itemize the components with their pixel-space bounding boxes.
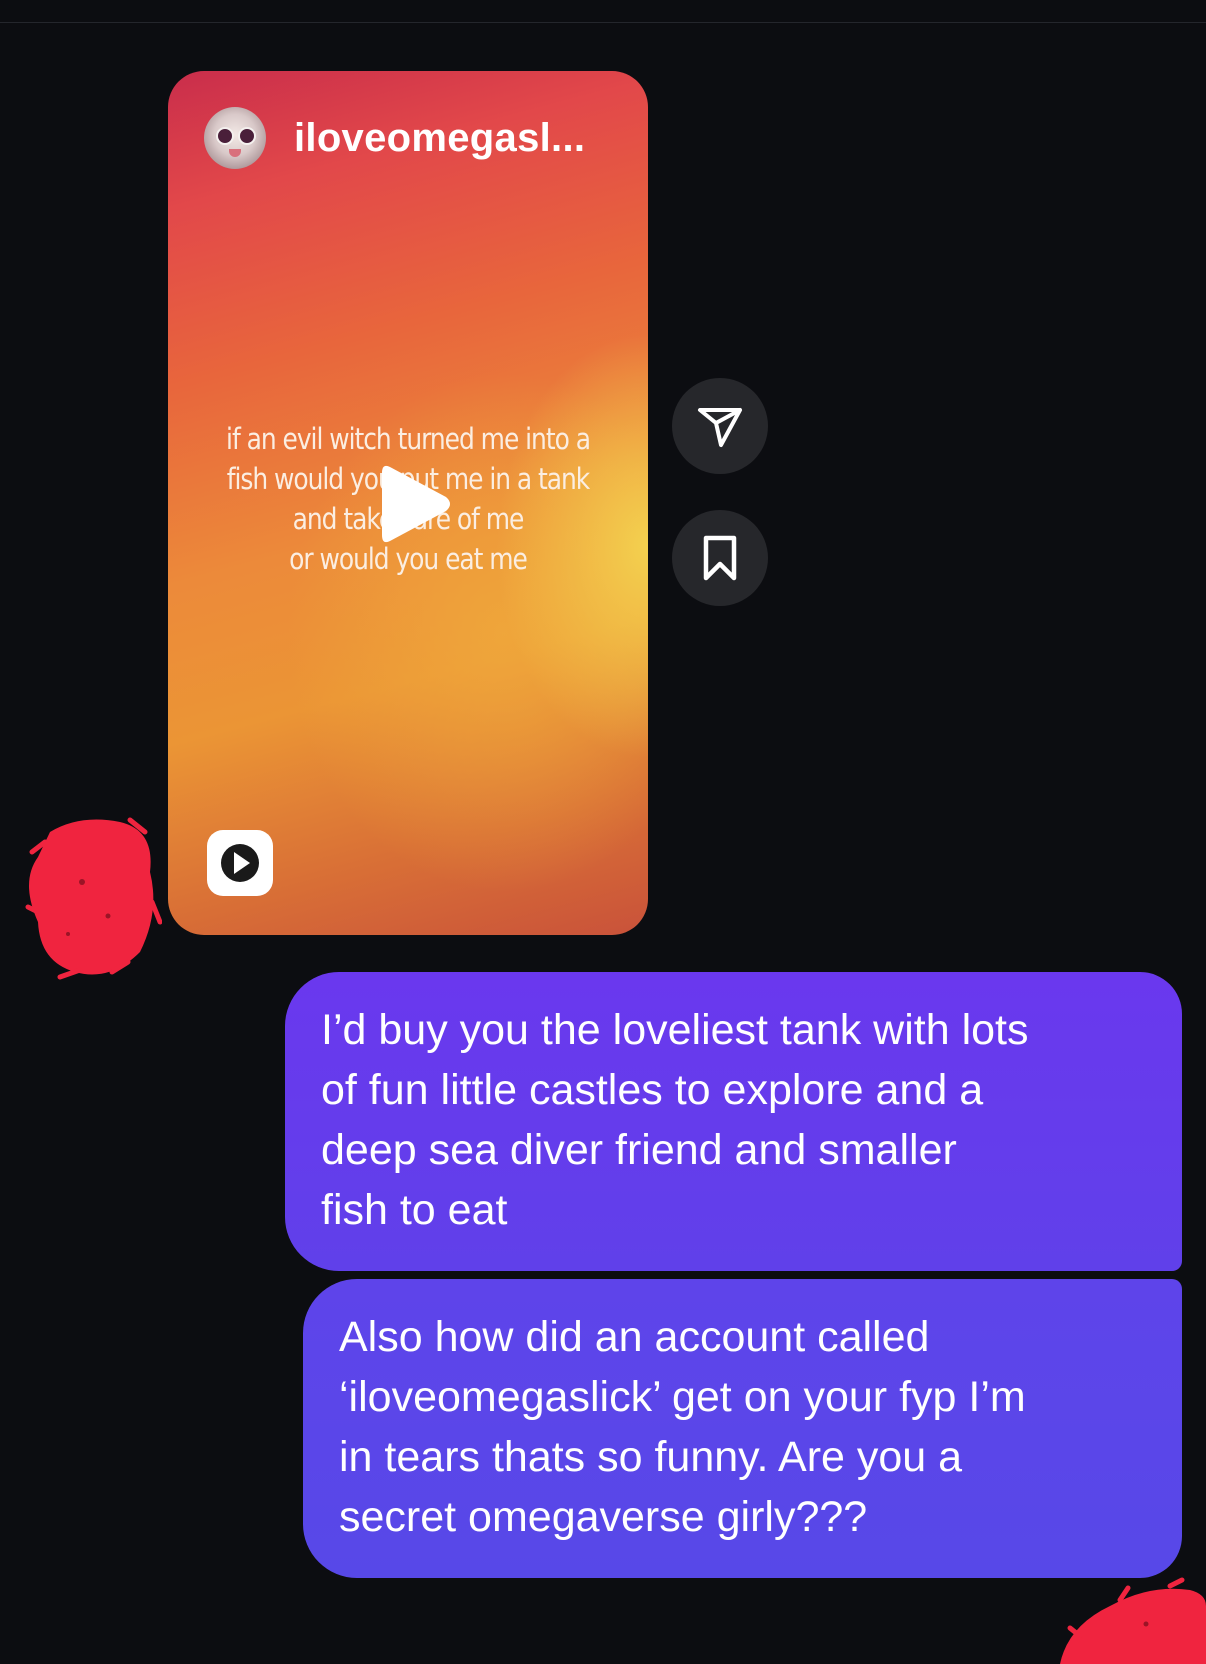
avatar-mouth xyxy=(229,149,241,157)
header-divider xyxy=(0,22,1206,23)
reel-author-username[interactable]: iloveomegasl... xyxy=(294,116,585,161)
reels-icon xyxy=(207,830,273,896)
paper-plane-icon xyxy=(698,408,742,447)
message-line: ‘iloveomegaslick’ get on your fyp I’m xyxy=(339,1373,1026,1421)
shared-reel-card[interactable]: iloveomegasl... if an evil witch turned … xyxy=(168,71,648,935)
play-icon[interactable] xyxy=(376,459,456,549)
reel-header[interactable]: iloveomegasl... xyxy=(204,107,585,169)
message-line: of fun little castles to explore and a xyxy=(321,1066,984,1114)
bookmark-icon xyxy=(703,535,737,581)
avatar-eye xyxy=(216,127,234,145)
message-line: secret omegaverse girly??? xyxy=(339,1493,868,1541)
redaction-scribble xyxy=(1060,1577,1206,1664)
outgoing-message-bubble[interactable]: I’d buy you the loveliest tank with lots… xyxy=(285,972,1182,1271)
reels-play-glyph xyxy=(221,844,259,882)
save-button[interactable] xyxy=(672,510,768,606)
reel-author-avatar[interactable] xyxy=(204,107,266,169)
redaction-scribble xyxy=(25,817,162,980)
message-line: fish to eat xyxy=(321,1186,508,1234)
share-button[interactable] xyxy=(672,378,768,474)
avatar-eye xyxy=(238,127,256,145)
message-line: deep sea diver friend and smaller xyxy=(321,1126,957,1174)
dm-thread: iloveomegasl... if an evil witch turned … xyxy=(0,0,1206,1664)
message-line: Also how did an account called xyxy=(339,1313,930,1361)
message-line: I’d buy you the loveliest tank with lots xyxy=(321,1006,1029,1054)
caption-line: if an evil witch turned me into a xyxy=(226,422,591,456)
message-line: in tears thats so funny. Are you a xyxy=(339,1433,963,1481)
outgoing-message-bubble[interactable]: Also how did an account called ‘iloveome… xyxy=(303,1279,1182,1578)
